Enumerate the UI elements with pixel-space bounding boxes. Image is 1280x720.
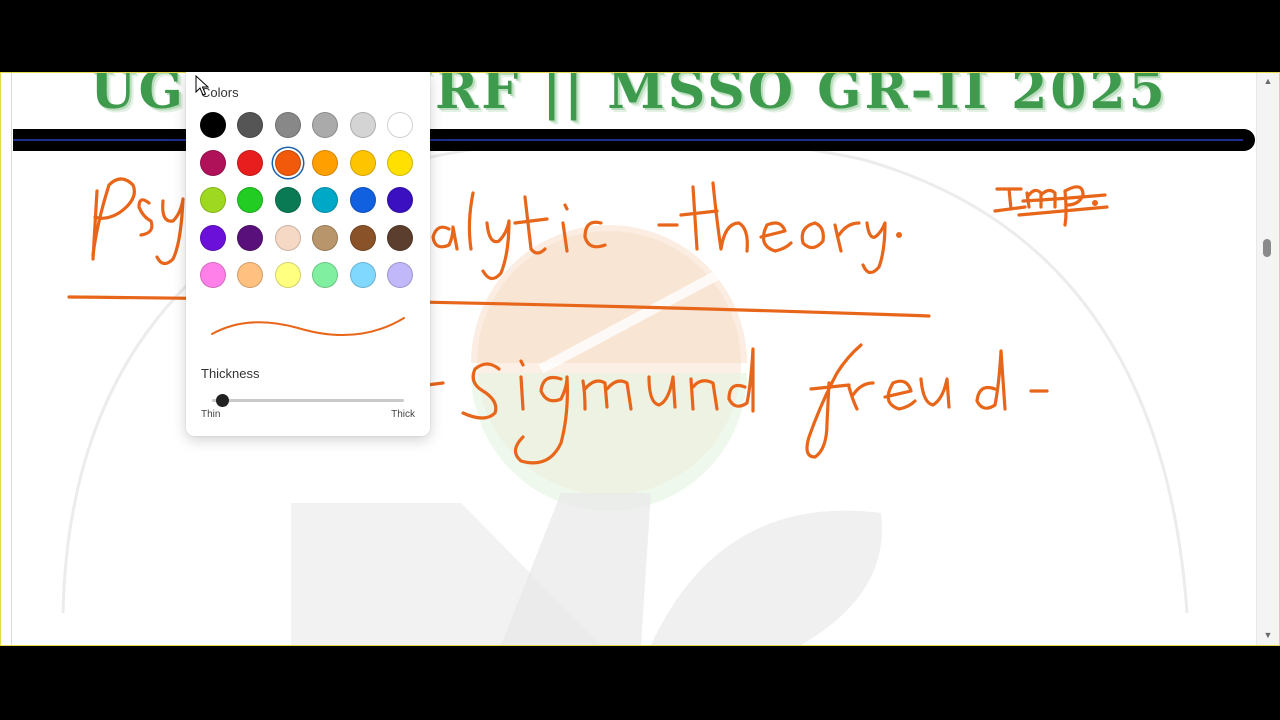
color-swatch[interactable]: [312, 262, 339, 288]
color-swatch[interactable]: [312, 187, 339, 213]
color-swatch-grid: [200, 112, 413, 288]
color-swatch[interactable]: [237, 224, 264, 251]
color-swatch[interactable]: [349, 187, 376, 213]
color-swatch[interactable]: [386, 112, 413, 138]
color-swatch[interactable]: [237, 112, 264, 138]
color-swatch[interactable]: [386, 262, 413, 288]
thickness-slider-track[interactable]: [212, 399, 404, 402]
scroll-up-icon[interactable]: ▲: [1257, 73, 1279, 89]
thin-label: Thin: [201, 409, 221, 420]
color-swatch[interactable]: [349, 112, 376, 138]
color-swatch[interactable]: [237, 262, 264, 288]
color-swatch[interactable]: [274, 112, 301, 138]
color-swatch[interactable]: [312, 149, 339, 176]
color-picker-panel: Colors Thickness Thin Thick: [186, 72, 430, 436]
color-swatch[interactable]: [274, 262, 301, 288]
color-swatch[interactable]: [312, 112, 339, 138]
scroll-thumb[interactable]: [1263, 239, 1271, 257]
mouse-pointer-icon: [195, 75, 209, 96]
vertical-scrollbar[interactable]: ▲ ▼: [1256, 73, 1279, 645]
color-swatch[interactable]: [349, 262, 376, 288]
color-swatch[interactable]: [237, 187, 264, 213]
scroll-down-icon[interactable]: ▼: [1257, 627, 1279, 643]
color-swatch[interactable]: [200, 187, 226, 213]
color-swatch[interactable]: [312, 224, 339, 251]
color-swatch[interactable]: [200, 262, 226, 288]
color-swatch[interactable]: [200, 112, 226, 138]
color-swatch[interactable]: [274, 187, 301, 213]
color-swatch[interactable]: [349, 224, 376, 251]
color-swatch[interactable]: [200, 224, 226, 251]
color-swatch[interactable]: [274, 224, 301, 251]
color-swatch[interactable]: [386, 224, 413, 251]
color-swatch[interactable]: [386, 149, 413, 176]
color-swatch[interactable]: [386, 187, 413, 213]
color-swatch[interactable]: [200, 149, 226, 176]
stroke-preview: [211, 317, 405, 337]
thick-label: Thick: [391, 409, 415, 420]
thickness-slider-thumb[interactable]: [215, 394, 229, 407]
color-swatch[interactable]: [237, 149, 264, 176]
color-swatch[interactable]: [349, 149, 376, 176]
thickness-heading: Thickness: [201, 366, 260, 381]
color-swatch[interactable]: [274, 149, 301, 176]
